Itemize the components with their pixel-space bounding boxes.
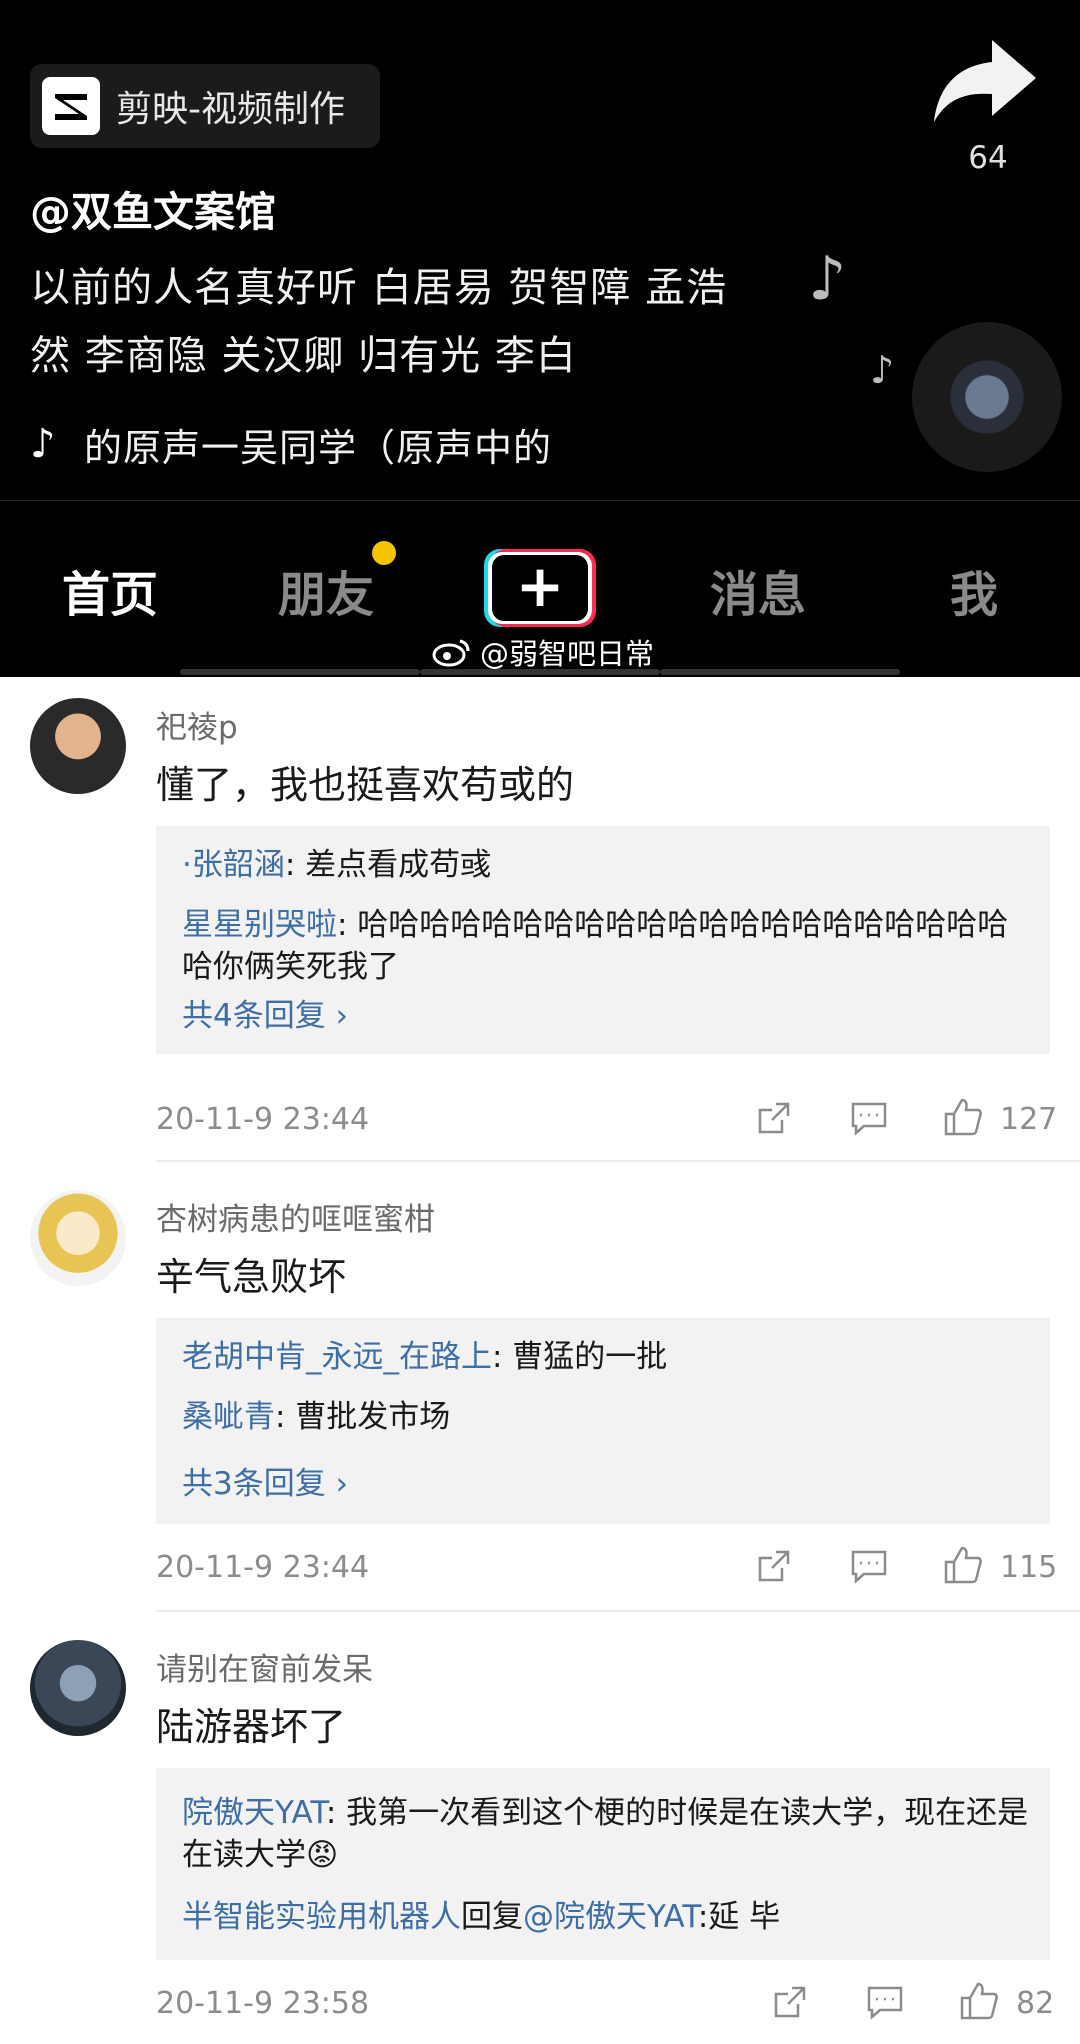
- reply-icon[interactable]: [850, 1548, 888, 1584]
- weibo-watermark: @弱智吧日常: [432, 631, 654, 673]
- page-indicator: [180, 669, 420, 675]
- avatar[interactable]: [30, 1640, 126, 1736]
- like-count: 115: [1000, 1550, 1058, 1585]
- app-source-badge[interactable]: 剪映-视频制作: [30, 64, 380, 148]
- video-author[interactable]: @双鱼文案馆: [30, 178, 276, 238]
- watermark-text: @弱智吧日常: [480, 637, 655, 671]
- like-icon[interactable]: [942, 1096, 984, 1138]
- reply-item: 半智能实验用机器人回复@院傲天YAT:延 毕: [182, 1896, 1032, 1938]
- reply-item: 星星别哭啦: 哈哈哈哈哈哈哈哈哈哈哈哈哈哈哈哈哈哈哈哈哈哈你俩笑死我了: [182, 904, 1032, 988]
- music-disc[interactable]: [912, 322, 1062, 472]
- capcut-logo-icon: [42, 77, 100, 135]
- video-player[interactable]: 剪映-视频制作 64 @双鱼文案馆 以前的人名真好听 白居易 贺智障 孟浩然 李…: [0, 0, 1080, 677]
- video-caption: 以前的人名真好听 白居易 贺智障 孟浩然 李商隐 关汉卿 归有光 李白: [30, 265, 728, 379]
- reply-mid: 回复: [461, 1899, 523, 1935]
- reply-username[interactable]: 院傲天YAT: [182, 1795, 326, 1831]
- divider: [156, 1610, 1080, 1612]
- share-icon[interactable]: [756, 1548, 792, 1584]
- tab-me[interactable]: 我: [950, 555, 998, 625]
- reply-username[interactable]: ·张韶涵: [182, 847, 285, 883]
- reply-mention[interactable]: @院傲天YAT: [523, 1899, 698, 1935]
- reply-text: :延 毕: [697, 1899, 781, 1935]
- comment-time: 20-11-9 23:58: [156, 1986, 370, 2021]
- sound-title: 的原声一吴同学（原声中的: [84, 425, 553, 470]
- weibo-icon: [432, 639, 470, 667]
- reply-box[interactable]: 院傲天YAT: 我第一次看到这个梗的时候是在读大学，现在还是在读大学😡 半智能实…: [156, 1768, 1050, 1960]
- comment-username[interactable]: 杏树病患的哐哐蜜柑: [156, 1194, 435, 1239]
- page-indicator: [660, 669, 900, 675]
- reply-item: 院傲天YAT: 我第一次看到这个梗的时候是在读大学，现在还是在读大学😡: [182, 1792, 1032, 1876]
- like-icon[interactable]: [942, 1544, 984, 1586]
- music-note-icon: ♪: [808, 244, 847, 314]
- more-replies-link[interactable]: 共4条回复 ›: [182, 990, 348, 1035]
- avatar[interactable]: [30, 698, 126, 794]
- more-replies-link[interactable]: 共3条回复 ›: [182, 1458, 348, 1503]
- reply-box[interactable]: ·张韶涵: 差点看成苟彧 星星别哭啦: 哈哈哈哈哈哈哈哈哈哈哈哈哈哈哈哈哈哈哈哈…: [156, 826, 1050, 1054]
- comment-time: 20-11-9 23:44: [156, 1550, 370, 1585]
- reply-username[interactable]: 桑呲青: [182, 1399, 275, 1435]
- share-icon[interactable]: [756, 1100, 792, 1136]
- share-icon[interactable]: [772, 1984, 808, 2020]
- app-name: 剪映-视频制作: [116, 89, 345, 130]
- avatar[interactable]: [30, 1190, 126, 1286]
- plus-icon: +: [515, 552, 565, 620]
- like-icon[interactable]: [958, 1980, 1000, 2022]
- like-count: 127: [1000, 1102, 1058, 1137]
- reply-icon[interactable]: [866, 1984, 904, 2020]
- comment-text: 陆游器坏了: [156, 1705, 347, 1749]
- comment-time: 20-11-9 23:44: [156, 1102, 370, 1137]
- reply-box[interactable]: 老胡中肯_永远_在路上: 曹猛的一批 桑呲青: 曹批发市场 共3条回复 ›: [156, 1318, 1050, 1524]
- create-button[interactable]: +: [484, 549, 596, 627]
- comment-text: 懂了，我也挺喜欢苟或的: [156, 763, 575, 807]
- bottom-tab-bar: 首页 朋友 + 消息 我 @弱智吧日常: [0, 500, 1080, 677]
- sound-marquee[interactable]: ♪ 的原声一吴同学（原声中的: [30, 414, 590, 474]
- share-count: 64: [968, 140, 1008, 176]
- notification-dot: [372, 541, 396, 565]
- reply-text: : 差点看成苟彧: [284, 847, 492, 883]
- reply-text: : 曹批发市场: [275, 1399, 451, 1435]
- tiktok-icon: ♪: [30, 421, 56, 467]
- tab-home[interactable]: 首页: [62, 555, 158, 625]
- reply-username[interactable]: 星星别哭啦: [182, 907, 337, 943]
- tab-friends[interactable]: 朋友: [278, 555, 374, 625]
- divider: [156, 1160, 1080, 1162]
- share-arrow-icon[interactable]: [930, 36, 1040, 126]
- reply-text: : 曹猛的一批: [492, 1339, 668, 1375]
- reply-username[interactable]: 半智能实验用机器人: [182, 1899, 461, 1935]
- comment-text: 辛气急败坏: [156, 1255, 347, 1299]
- reply-item: 桑呲青: 曹批发市场: [182, 1396, 1032, 1438]
- comment-username[interactable]: 请别在窗前发呆: [156, 1644, 373, 1689]
- music-note-icon: ♪: [870, 348, 895, 392]
- reply-item: ·张韶涵: 差点看成苟彧: [182, 844, 1032, 886]
- reply-username[interactable]: 老胡中肯_永远_在路上: [182, 1339, 492, 1375]
- tab-messages[interactable]: 消息: [710, 555, 806, 625]
- comment-username[interactable]: 祀祾p: [156, 702, 238, 747]
- reply-icon[interactable]: [850, 1100, 888, 1136]
- reply-item: 老胡中肯_永远_在路上: 曹猛的一批: [182, 1336, 1032, 1378]
- like-count: 82: [1016, 1986, 1055, 2021]
